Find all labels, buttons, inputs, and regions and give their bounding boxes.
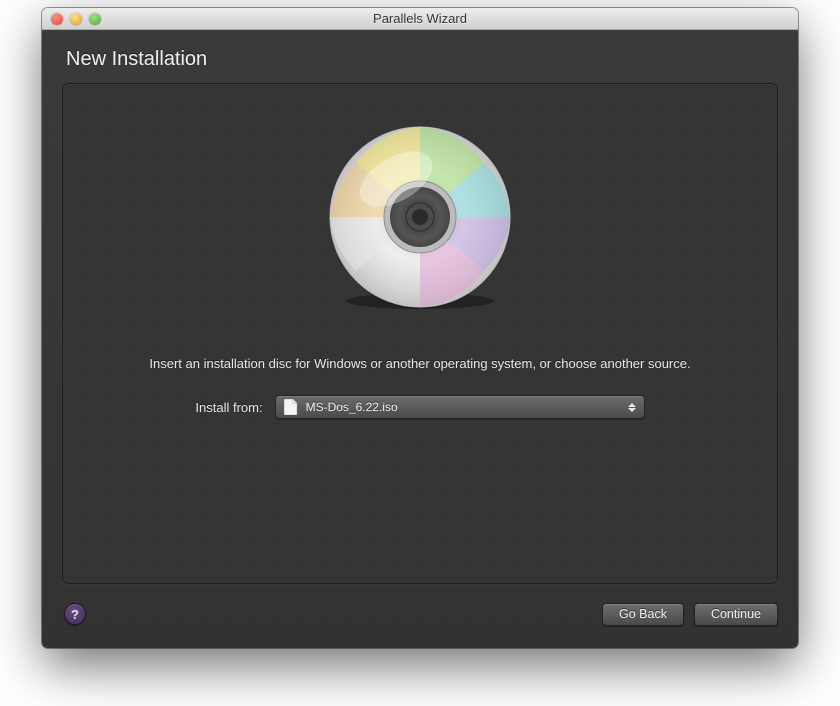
continue-label: Continue xyxy=(711,607,761,621)
window-title: Parallels Wizard xyxy=(42,11,798,26)
help-icon: ? xyxy=(71,607,79,622)
continue-button[interactable]: Continue xyxy=(694,603,778,626)
titlebar: Parallels Wizard xyxy=(42,8,798,30)
install-source-value: MS-Dos_6.22.iso xyxy=(306,400,626,414)
minimize-icon[interactable] xyxy=(70,13,82,25)
instruction-text: Insert an installation disc for Windows … xyxy=(149,356,690,371)
cd-disc-icon xyxy=(325,122,515,312)
help-button[interactable]: ? xyxy=(64,603,86,625)
zoom-icon[interactable] xyxy=(89,13,101,25)
install-from-row: Install from: MS-Dos_6.22.iso xyxy=(195,395,644,419)
traffic-lights xyxy=(42,13,101,25)
install-source-dropdown[interactable]: MS-Dos_6.22.iso xyxy=(275,395,645,419)
file-icon xyxy=(284,399,298,415)
footer: ? Go Back Continue xyxy=(62,594,778,634)
page-heading: New Installation xyxy=(66,48,774,71)
updown-arrows-icon xyxy=(626,403,638,412)
window-body: New Installation xyxy=(42,30,798,648)
close-icon[interactable] xyxy=(51,13,63,25)
go-back-label: Go Back xyxy=(619,607,667,621)
go-back-button[interactable]: Go Back xyxy=(602,603,684,626)
wizard-window: Parallels Wizard New Installation xyxy=(42,8,798,648)
install-from-label: Install from: xyxy=(195,400,262,415)
content-panel: Insert an installation disc for Windows … xyxy=(62,83,778,584)
